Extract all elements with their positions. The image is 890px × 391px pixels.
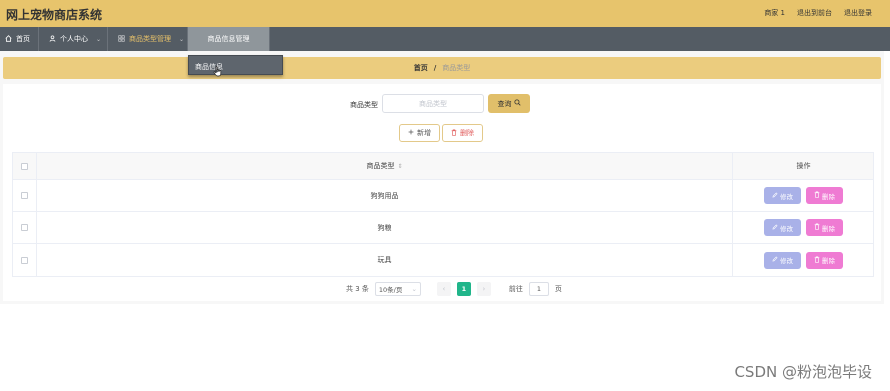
- row-checkbox-cell: [13, 244, 37, 276]
- product-dropdown-menu: 商品信息: [188, 55, 283, 75]
- sort-icon[interactable]: ⇕: [397, 163, 402, 170]
- add-label: 新增: [417, 129, 431, 137]
- edit-icon: [772, 191, 778, 200]
- goto-label: 前往: [508, 285, 523, 293]
- page-size-select[interactable]: 10条/页 ⌄: [374, 282, 421, 296]
- goto-page-input[interactable]: 1: [528, 282, 549, 296]
- row-actions: 修改 删除: [733, 244, 874, 276]
- nav-item-product[interactable]: 商品信息管理: [188, 27, 270, 51]
- remove-label: 删除: [822, 257, 835, 265]
- query-button[interactable]: 查询: [488, 94, 530, 113]
- grid-icon: [118, 34, 125, 44]
- edit-icon: [772, 223, 778, 232]
- watermark-text: CSDN @粉泡泡毕设: [734, 363, 872, 381]
- search-label: 商品类型: [350, 101, 378, 109]
- column-header-type: 商品类型: [366, 162, 395, 170]
- main-nav: 首页 个人中心 ⌄ 商品类型管理 ⌄ 商品信息管理: [0, 27, 890, 51]
- edit-label: 修改: [780, 224, 793, 233]
- cell-type: 玩具: [37, 244, 733, 276]
- trash-icon: [451, 129, 457, 138]
- trash-icon: [814, 256, 820, 265]
- select-all-checkbox[interactable]: [21, 162, 28, 170]
- data-table: 商品类型 ⇕ 操作 狗狗用品 修改 删除 狗粮 修改 删除 玩具 修改 删除: [12, 152, 874, 277]
- edit-label: 修改: [780, 192, 793, 201]
- add-button[interactable]: 新增: [399, 124, 440, 142]
- edit-button[interactable]: 修改: [764, 219, 801, 236]
- hand-cursor-icon: [213, 66, 222, 77]
- nav-category-label: 商品类型管理: [129, 35, 171, 43]
- remove-label: 删除: [822, 192, 835, 201]
- table-header-row: 商品类型 ⇕ 操作: [13, 153, 873, 180]
- chevron-down-icon: ⌄: [179, 35, 185, 43]
- row-checkbox[interactable]: [21, 192, 28, 199]
- header-links: 商家 1 退出到前台 退出登录: [764, 8, 872, 18]
- next-page-button[interactable]: ›: [476, 282, 491, 296]
- user-label[interactable]: 商家 1: [764, 8, 785, 18]
- search-icon: [513, 99, 521, 108]
- header-type-cell[interactable]: 商品类型 ⇕: [37, 153, 733, 179]
- exit-to-front-link[interactable]: 退出到前台: [797, 8, 832, 18]
- table-row: 玩具 修改 删除: [13, 244, 873, 276]
- row-checkbox[interactable]: [21, 256, 28, 264]
- page-number-current[interactable]: 1: [456, 282, 471, 296]
- pager-total: 共 3 条: [346, 285, 369, 293]
- user-icon: [49, 34, 56, 44]
- breadcrumb-separator: /: [433, 64, 437, 72]
- edit-button[interactable]: 修改: [764, 187, 801, 204]
- logout-link[interactable]: 退出登录: [844, 8, 872, 18]
- edit-button[interactable]: 修改: [764, 251, 801, 269]
- nav-item-personal[interactable]: 个人中心 ⌄: [39, 27, 108, 51]
- remove-button[interactable]: 删除: [806, 219, 843, 236]
- breadcrumb: 首页 / 商品类型: [3, 57, 881, 79]
- row-checkbox-cell: [13, 180, 37, 211]
- page-size-value: 10条/页: [378, 286, 403, 294]
- cell-type: 狗粮: [37, 212, 733, 243]
- nav-personal-label: 个人中心: [60, 35, 88, 43]
- breadcrumb-current: 商品类型: [442, 64, 471, 72]
- prev-page-button[interactable]: ‹: [436, 282, 451, 296]
- nav-item-home[interactable]: 首页: [0, 27, 39, 51]
- top-header: 网上宠物商店系统 商家 1 退出到前台 退出登录: [0, 0, 890, 27]
- delete-label: 删除: [460, 129, 474, 137]
- query-label: 查询: [497, 99, 512, 108]
- chevron-down-icon: ⌄: [411, 285, 417, 293]
- trash-icon: [814, 223, 820, 232]
- page-unit-label: 页: [554, 285, 562, 293]
- plus-icon: [408, 129, 414, 137]
- edit-icon: [772, 256, 778, 264]
- nav-product-label: 商品信息管理: [207, 35, 250, 43]
- nav-home-label: 首页: [16, 35, 30, 43]
- breadcrumb-home[interactable]: 首页: [414, 63, 428, 73]
- app-title: 网上宠物商店系统: [6, 8, 103, 22]
- edit-label: 修改: [780, 257, 793, 265]
- trash-icon: [814, 191, 820, 200]
- home-icon: [5, 34, 12, 44]
- header-checkbox-cell: [13, 153, 37, 179]
- table-row: 狗粮 修改 删除: [13, 212, 873, 244]
- batch-delete-button[interactable]: 删除: [442, 124, 483, 142]
- row-checkbox-cell: [13, 212, 37, 243]
- pagination: 共 3 条 10条/页 ⌄ ‹ 1 › 前往 1 页: [346, 281, 562, 297]
- row-checkbox[interactable]: [21, 224, 28, 231]
- nav-item-category[interactable]: 商品类型管理 ⌄: [108, 27, 188, 51]
- remove-button[interactable]: 删除: [806, 251, 843, 269]
- remove-label: 删除: [822, 224, 835, 233]
- chevron-down-icon: ⌄: [96, 35, 102, 43]
- header-ops-cell: 操作: [733, 153, 874, 179]
- remove-button[interactable]: 删除: [806, 187, 843, 204]
- column-header-ops: 操作: [796, 162, 811, 170]
- row-actions: 修改 删除: [733, 180, 874, 211]
- search-input[interactable]: [382, 94, 484, 113]
- row-actions: 修改 删除: [733, 212, 874, 243]
- table-row: 狗狗用品 修改 删除: [13, 180, 873, 212]
- cell-type: 狗狗用品: [37, 180, 733, 211]
